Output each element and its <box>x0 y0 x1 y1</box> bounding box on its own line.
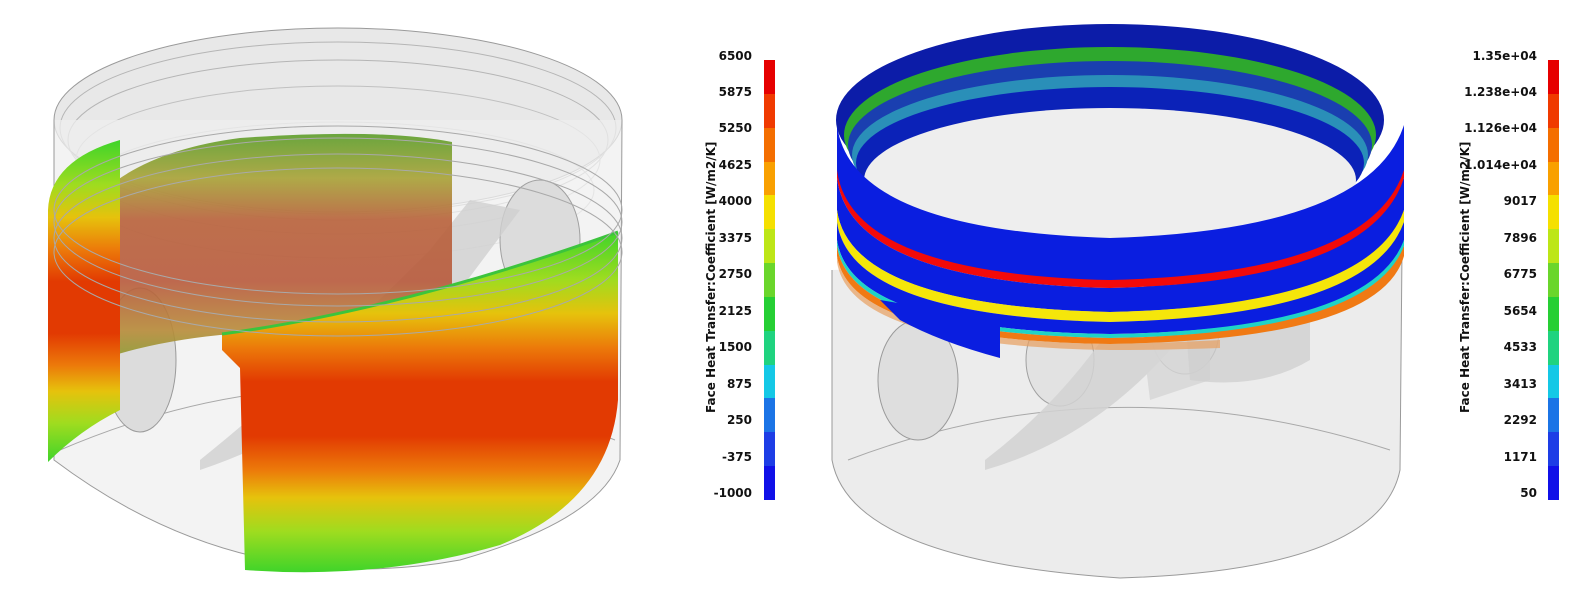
legend-tick: 4625 <box>718 158 752 172</box>
colorbar-segment <box>764 195 775 230</box>
colorbar-segment <box>1548 60 1559 95</box>
legend-tick: 2292 <box>1503 413 1537 427</box>
colorbar-right <box>1548 60 1559 501</box>
colorbar-segment <box>764 398 775 433</box>
piston-render-right <box>831 24 1404 579</box>
legend-tick: -1000 <box>713 486 752 500</box>
colorbar-segment <box>1548 330 1559 366</box>
colorbar-segment <box>764 93 775 129</box>
legend-title-left: Face Heat Transfer:Coefficient [W/m2/K] <box>704 141 718 413</box>
colorbar-left <box>764 60 775 501</box>
legend-title-right: Face Heat Transfer:Coefficient [W/m2/K] <box>1458 141 1472 413</box>
legend-tick: 6500 <box>718 49 752 63</box>
colorbar-segment <box>764 466 775 501</box>
legend-tick: 1.35e+04 <box>1472 49 1538 63</box>
legend-tick: 50 <box>1520 486 1537 500</box>
colorbar-segment <box>1548 127 1559 163</box>
legend-tick: 1171 <box>1503 450 1537 464</box>
colorbar-segment <box>764 229 775 264</box>
legend-tick: 3375 <box>718 231 752 245</box>
colorbar-segment <box>764 364 775 399</box>
legend-tick: 1.014e+04 <box>1464 158 1537 172</box>
colorbar-segment <box>1548 364 1559 399</box>
color-legend-right: Face Heat Transfer:Coefficient [W/m2/K] … <box>1440 0 1588 614</box>
colorbar-segment <box>764 161 775 196</box>
legend-tick: 6775 <box>1503 267 1537 281</box>
colorbar-segment <box>1548 93 1559 129</box>
legend-tick: 250 <box>726 413 752 427</box>
colorbar-segment <box>1548 263 1559 298</box>
legend-tick: 7896 <box>1503 231 1537 245</box>
legend-tick: 3413 <box>1503 377 1537 391</box>
viewport-right[interactable] <box>790 0 1460 614</box>
colorbar-segment <box>764 60 775 95</box>
colorbar-segment <box>1548 195 1559 230</box>
legend-tick: 1.238e+04 <box>1464 85 1537 99</box>
piston-render-left <box>48 27 623 573</box>
legend-tick: 5250 <box>718 121 752 135</box>
legend-tick: 4000 <box>718 194 752 208</box>
colorbar-segment <box>764 127 775 163</box>
legend-tick: 875 <box>726 377 752 391</box>
legend-tick: 2125 <box>718 304 752 318</box>
colorbar-segment <box>1548 161 1559 196</box>
colorbar-segment <box>1548 398 1559 433</box>
legend-tick: 5654 <box>1503 304 1537 318</box>
legend-tick: -375 <box>721 450 752 464</box>
colorbar-segment <box>764 296 775 332</box>
colorbar-segment <box>1548 466 1559 501</box>
legend-tick: 1500 <box>718 340 752 354</box>
legend-tick: 5875 <box>718 85 752 99</box>
legend-tick: 4533 <box>1503 340 1537 354</box>
colorbar-segment <box>764 432 775 467</box>
color-legend-left: Face Heat Transfer:Coefficient [W/m2/K] … <box>700 0 790 614</box>
legend-tick: 9017 <box>1503 194 1537 208</box>
colorbar-segment <box>1548 432 1559 467</box>
viewport-left[interactable] <box>0 0 700 614</box>
legend-tick: 2750 <box>718 267 752 281</box>
colorbar-segment <box>764 263 775 298</box>
colorbar-segment <box>1548 229 1559 264</box>
legend-tick: 1.126e+04 <box>1464 121 1537 135</box>
colorbar-segment <box>1548 296 1559 332</box>
colorbar-segment <box>764 330 775 366</box>
piston-rings <box>836 24 1404 358</box>
